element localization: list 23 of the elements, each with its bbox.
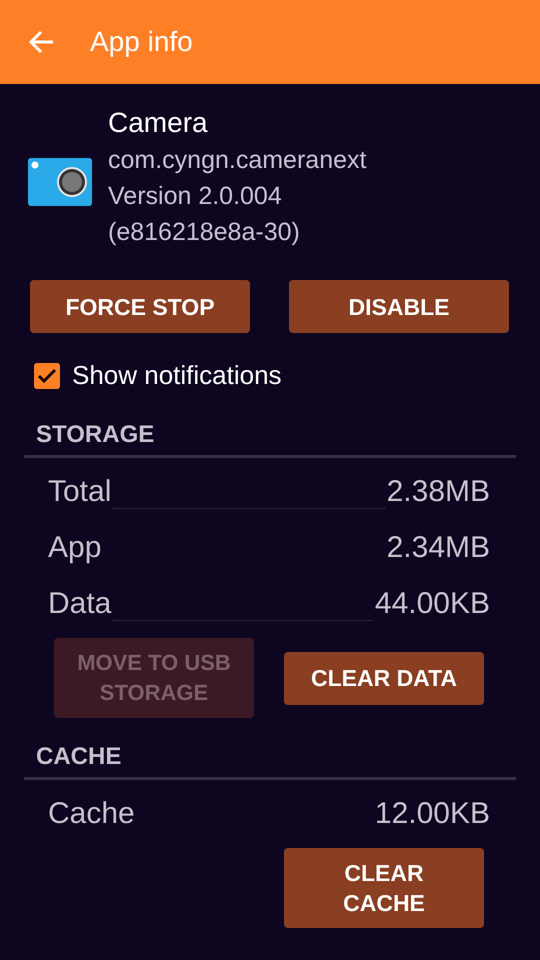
package-name: com.cyngn.cameranext	[108, 145, 366, 176]
camera-icon	[28, 158, 92, 206]
row-label: Total	[48, 474, 112, 510]
checkbox-label: Show notifications	[72, 360, 282, 391]
build-id: (e816218e8a-30)	[108, 217, 301, 248]
action-button[interactable]: CLEAR DATA	[284, 652, 484, 704]
row-label: Cache	[48, 796, 135, 832]
size-value: 12.00KB	[374, 796, 490, 832]
section-heading: STORAGE	[35, 420, 156, 450]
size-value: 2.38MB	[386, 474, 490, 510]
back-icon[interactable]	[28, 30, 54, 54]
row-label: Data	[48, 586, 112, 622]
action-button[interactable]: DISABLE	[289, 280, 509, 333]
section-heading: CACHE	[35, 742, 122, 772]
checkbox[interactable]	[34, 362, 60, 388]
app-name: Camera	[108, 106, 209, 140]
action-button[interactable]: FORCE STOP	[30, 280, 250, 333]
version-text: Version 2.0.004	[108, 181, 283, 212]
size-value: 2.34MB	[386, 530, 490, 566]
size-value: 44.00KB	[374, 586, 490, 622]
action-button[interactable]: CLEAR CACHE	[284, 848, 484, 928]
row-label: App	[48, 530, 102, 566]
screen-title: App info	[90, 26, 193, 58]
